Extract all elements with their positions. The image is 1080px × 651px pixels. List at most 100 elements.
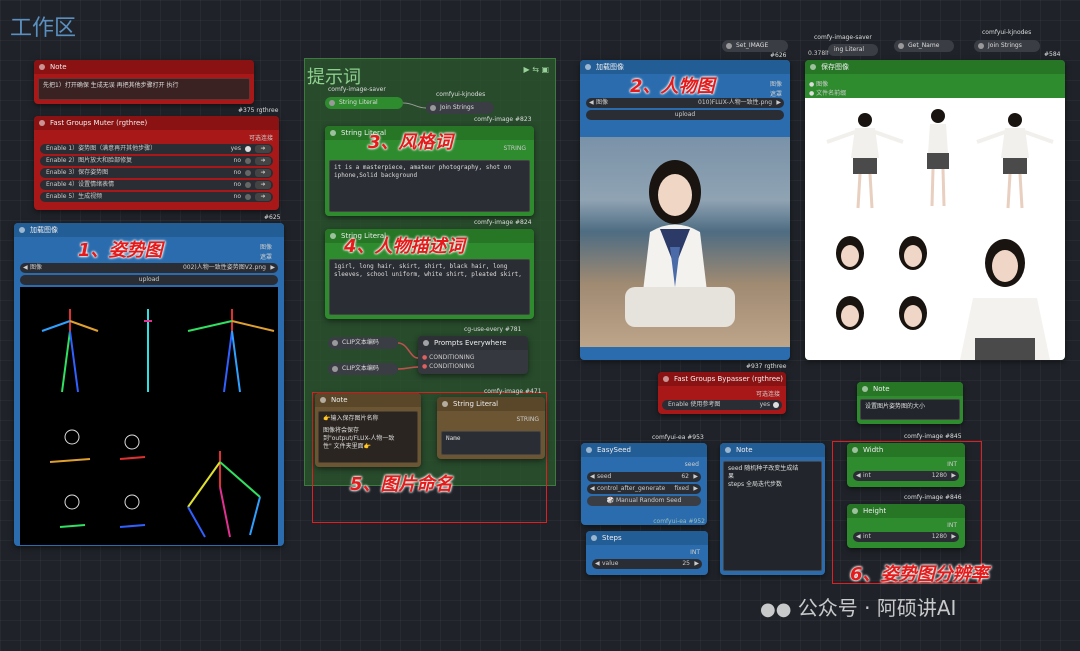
char-text-input[interactable]: 1girl, long hair, skirt, shirt, black ha… (329, 259, 530, 315)
string-literal-top-node[interactable]: ing Literal (828, 44, 878, 56)
steps-output[interactable]: INT (690, 549, 700, 556)
node-collapse-dot[interactable] (39, 64, 45, 70)
arrow-left-icon[interactable]: ◀ (595, 559, 600, 569)
join-strings-1-node[interactable]: Join Strings (426, 102, 494, 114)
node-collapse-dot[interactable] (19, 227, 25, 233)
arrow-left-icon[interactable]: ◀ (856, 471, 861, 481)
arrow-right-icon[interactable]: ➜ (255, 145, 271, 153)
naming-string-node[interactable]: String Literal STRING Name (437, 397, 545, 459)
muter-row-5[interactable]: Enable 5）生成视频 no ➜ (40, 192, 273, 202)
arrow-right-icon[interactable]: ▶ (694, 559, 699, 569)
string-literal-1-node[interactable]: String Literal (325, 97, 403, 109)
width-output[interactable]: INT (947, 461, 957, 468)
node-collapse-dot[interactable] (591, 535, 597, 541)
person-upload-button[interactable]: upload (586, 110, 784, 120)
muter-row-4[interactable]: Enable 4）设置情绪表情 no ➜ (40, 180, 273, 190)
pose-load-image-node[interactable]: 加载图像 图像 遮罩 ◀ 图像 002)人物一致性姿势图V2.png ▶ upl… (14, 223, 284, 546)
node-collapse-dot[interactable] (585, 64, 591, 70)
naming-text-input[interactable]: Name (441, 431, 541, 455)
node-collapse-dot[interactable] (39, 120, 45, 126)
person-output-image[interactable]: 图像 (770, 79, 782, 88)
fast-bypasser-node[interactable]: Fast Groups Bypasser (rgthree) 可选连接 Enab… (658, 372, 786, 414)
muter-row-3[interactable]: Enable 3）保存姿势图 no ➜ (40, 168, 273, 178)
arrow-left-icon[interactable]: ◀ (590, 472, 595, 482)
arrow-left-icon[interactable]: ◀ (589, 98, 594, 108)
note-node-2[interactable]: Note 👉输入保存图片名称 图像将会保存 到"output/FLUX-人物一致… (315, 393, 421, 467)
node-collapse-dot[interactable] (330, 130, 336, 136)
save-input-prefix[interactable]: ● 文件名前缀 (809, 88, 846, 97)
node-collapse-dot[interactable] (852, 508, 858, 514)
seed-input[interactable]: ◀ seed 62 ▶ (587, 472, 701, 482)
node-collapse-dot[interactable] (332, 366, 338, 372)
manual-random-seed-button[interactable]: 🎲 Manual Random Seed (587, 496, 701, 506)
note-node-3[interactable]: Note seed 随机种子改变生成结 果 steps 全局迭代步数 (720, 443, 825, 575)
arrow-right-icon[interactable]: ➜ (255, 169, 271, 177)
note-node-2-text[interactable]: 👉输入保存图片名称 图像将会保存 到"output/FLUX-人物一致 性" 文… (318, 411, 418, 463)
node-collapse-dot[interactable] (330, 233, 336, 239)
get-name-node[interactable]: Get_Name (894, 40, 954, 52)
clip-encode-2[interactable]: CLIP文本编码 (328, 363, 398, 375)
join-strings-top-node[interactable]: Join Strings (974, 40, 1040, 52)
height-node[interactable]: Height INT ◀ int 1280 ▶ (847, 504, 965, 548)
width-value-input[interactable]: ◀ int 1280 ▶ (853, 471, 959, 481)
naming-output-string[interactable]: STRING (516, 416, 539, 423)
node-collapse-dot[interactable] (430, 105, 436, 111)
node-collapse-dot[interactable] (810, 64, 816, 70)
easyseed-output[interactable]: seed (685, 461, 699, 468)
muter-row-2[interactable]: Enable 2）图片放大和脸部修复 no ➜ (40, 156, 273, 166)
arrow-right-icon[interactable]: ▶ (951, 471, 956, 481)
pose-output-image[interactable]: 图像 (260, 242, 272, 251)
width-node[interactable]: Width INT ◀ int 1280 ▶ (847, 443, 965, 487)
person-load-image-node[interactable]: 加载图像 图像 遮罩 ◀ 图像 010)FLUX-人物一致性.png ▶ upl… (580, 60, 790, 360)
note-node-3-text[interactable]: seed 随机种子改变生成结 果 steps 全局迭代步数 (723, 461, 822, 571)
person-output-mask[interactable]: 遮罩 (770, 89, 782, 98)
node-collapse-dot[interactable] (442, 401, 448, 407)
node-collapse-dot[interactable] (329, 100, 335, 106)
arrow-right-icon[interactable]: ▶ (693, 472, 698, 482)
arrow-left-icon[interactable]: ◀ (590, 484, 595, 494)
toggle-icon[interactable] (245, 158, 251, 164)
node-collapse-dot[interactable] (586, 447, 592, 453)
node-collapse-dot[interactable] (898, 43, 904, 49)
style-output-string[interactable]: STRING (503, 145, 526, 152)
toggle-icon[interactable] (773, 402, 779, 408)
bypasser-row[interactable]: Enable 使用参考图 yes (662, 400, 782, 410)
node-collapse-dot[interactable] (852, 447, 858, 453)
note-node-1[interactable]: Note 先把1）打开确保 生成无误 再把其他步骤打开 执行 (34, 60, 254, 104)
arrow-left-icon[interactable]: ◀ (23, 263, 28, 273)
node-collapse-dot[interactable] (725, 447, 731, 453)
pose-upload-button[interactable]: upload (20, 275, 278, 285)
steps-value-input[interactable]: ◀ value 25 ▶ (592, 559, 702, 569)
arrow-right-icon[interactable]: ▶ (951, 532, 956, 542)
arrow-right-icon[interactable]: ➜ (255, 157, 271, 165)
node-collapse-dot[interactable] (332, 340, 338, 346)
group-controls[interactable]: ▶ ⇆ ▣ (524, 65, 550, 74)
arrow-left-icon[interactable]: ◀ (856, 532, 861, 542)
arrow-right-icon[interactable]: ▶ (693, 484, 698, 494)
note-node-4[interactable]: Note 设置图片姿势图的大小 (857, 382, 963, 424)
toggle-icon[interactable] (245, 194, 251, 200)
height-output[interactable]: INT (947, 522, 957, 529)
toggle-icon[interactable] (245, 170, 251, 176)
muter-row-1[interactable]: Enable 1）姿势图（满意再开其他步骤） yes ➜ (40, 144, 273, 154)
clip-encode-1[interactable]: CLIP文本编码 (328, 337, 398, 349)
control-after-generate-select[interactable]: ◀ control_after_generate fixed ▶ (587, 484, 701, 494)
arrow-right-icon[interactable]: ➜ (255, 181, 271, 189)
steps-node[interactable]: Steps INT ◀ value 25 ▶ (586, 531, 708, 575)
set-image-node[interactable]: Set_IMAGE (722, 40, 788, 52)
person-image-select[interactable]: ◀ 图像 010)FLUX-人物一致性.png ▶ (586, 98, 784, 108)
note-node-4-text[interactable]: 设置图片姿势图的大小 (860, 399, 960, 420)
toggle-icon[interactable] (245, 146, 251, 152)
arrow-right-icon[interactable]: ▶ (776, 98, 781, 108)
style-text-input[interactable]: it is a masterpiece, amateur photography… (329, 160, 530, 212)
height-value-input[interactable]: ◀ int 1280 ▶ (853, 532, 959, 542)
note-node-1-text[interactable]: 先把1）打开确保 生成无误 再把其他步骤打开 执行 (38, 78, 250, 100)
prompts-input-2[interactable]: ● CONDITIONING (422, 363, 475, 370)
pose-output-mask[interactable]: 遮罩 (260, 252, 272, 261)
node-collapse-dot[interactable] (320, 397, 326, 403)
prompts-everywhere-node[interactable]: Prompts Everywhere ● CONDITIONING ● COND… (418, 336, 528, 374)
node-collapse-dot[interactable] (423, 340, 429, 346)
arrow-right-icon[interactable]: ▶ (270, 263, 275, 273)
node-collapse-dot[interactable] (862, 386, 868, 392)
pose-image-select[interactable]: ◀ 图像 002)人物一致性姿势图V2.png ▶ (20, 263, 278, 273)
